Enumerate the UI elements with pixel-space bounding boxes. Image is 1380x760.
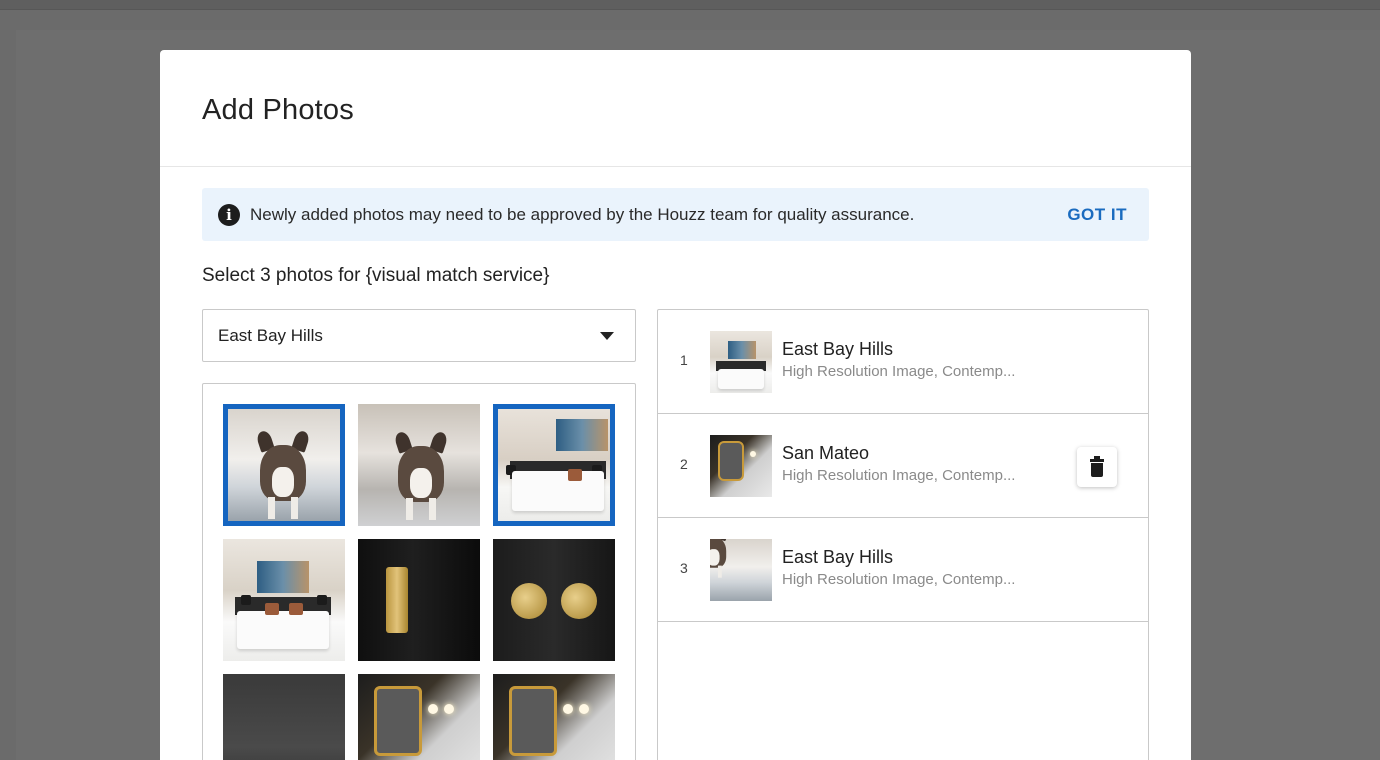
chevron-down-icon bbox=[600, 332, 614, 340]
item-title: East Bay Hills bbox=[782, 339, 894, 359]
got-it-button[interactable]: GOT IT bbox=[1067, 205, 1127, 225]
photo-thumbnail-1[interactable] bbox=[223, 404, 345, 526]
item-thumbnail bbox=[710, 539, 772, 601]
modal-header: Add Photos bbox=[160, 50, 1191, 167]
item-title: San Mateo bbox=[782, 443, 870, 463]
bedroom-photo bbox=[223, 539, 345, 661]
door-knob-photo bbox=[493, 539, 615, 661]
select-heading: Select 3 photos for {visual match servic… bbox=[202, 265, 550, 286]
item-subtitle: High Resolution Image, Contemp... bbox=[782, 363, 1016, 380]
item-title: East Bay Hills bbox=[782, 547, 894, 567]
door-handle-photo bbox=[358, 539, 480, 661]
dropdown-value: East Bay Hills bbox=[218, 326, 323, 345]
photo-grid[interactable] bbox=[202, 383, 636, 760]
photo-thumbnail-5[interactable] bbox=[358, 539, 480, 661]
add-photos-modal: Add Photos i Newly added photos may need… bbox=[160, 50, 1191, 760]
item-number: 3 bbox=[680, 560, 688, 576]
list-item[interactable]: 1 East Bay Hills High Resolution Image, … bbox=[658, 310, 1148, 414]
info-banner: i Newly added photos may need to be appr… bbox=[202, 188, 1149, 241]
selected-photos-list: 1 East Bay Hills High Resolution Image, … bbox=[657, 309, 1149, 760]
photo-thumbnail-4[interactable] bbox=[223, 539, 345, 661]
window-top-bar bbox=[0, 0, 1380, 10]
bathroom-photo bbox=[358, 674, 480, 760]
photo-thumbnail-9[interactable] bbox=[493, 674, 615, 760]
photo-thumbnail-3[interactable] bbox=[493, 404, 615, 526]
item-subtitle: High Resolution Image, Contemp... bbox=[782, 467, 1016, 484]
dog-photo bbox=[228, 409, 340, 521]
dog-photo bbox=[358, 404, 480, 526]
item-number: 1 bbox=[680, 352, 688, 368]
photo-thumbnail-8[interactable] bbox=[358, 674, 480, 760]
item-thumbnail bbox=[710, 331, 772, 393]
modal-title: Add Photos bbox=[202, 94, 354, 126]
list-item[interactable]: 2 San Mateo High Resolution Image, Conte… bbox=[658, 414, 1148, 518]
item-number: 2 bbox=[680, 456, 688, 472]
cabinet-photo bbox=[223, 674, 345, 760]
bedroom-photo bbox=[498, 409, 610, 521]
delete-button[interactable] bbox=[1077, 447, 1117, 487]
project-dropdown[interactable]: East Bay Hills bbox=[202, 309, 636, 362]
photo-thumbnail-7[interactable] bbox=[223, 674, 345, 760]
banner-text: Newly added photos may need to be approv… bbox=[250, 205, 915, 224]
photo-thumbnail-6[interactable] bbox=[493, 539, 615, 661]
item-subtitle: High Resolution Image, Contemp... bbox=[782, 571, 1016, 588]
list-item[interactable]: 3 East Bay Hills High Resolution Image, … bbox=[658, 518, 1148, 622]
photo-thumbnail-2[interactable] bbox=[358, 404, 480, 526]
info-icon: i bbox=[218, 204, 240, 226]
bathroom-photo bbox=[493, 674, 615, 760]
item-thumbnail bbox=[710, 435, 772, 497]
